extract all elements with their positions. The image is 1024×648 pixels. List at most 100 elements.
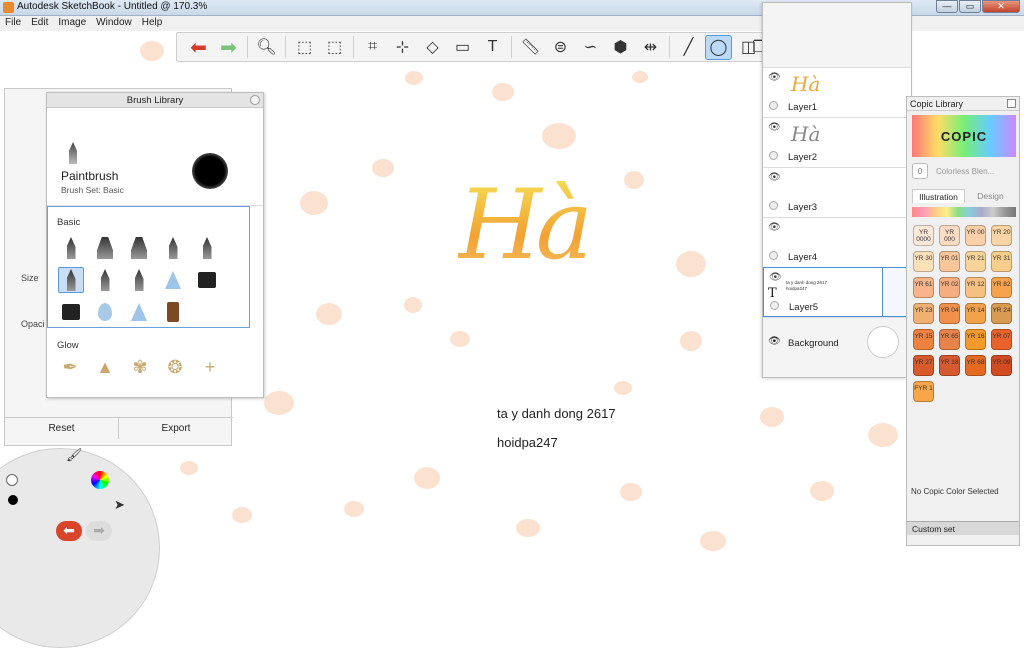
texture-brush[interactable]: [160, 299, 186, 325]
marker-brush[interactable]: [126, 235, 152, 261]
layer-lock-radio[interactable]: [769, 251, 778, 260]
cursor-icon[interactable]: ➤: [114, 497, 125, 513]
tab-illustration[interactable]: Illustration: [912, 189, 965, 203]
stroke-icon[interactable]: ╱: [675, 35, 702, 60]
tab-design[interactable]: Design: [965, 189, 1016, 203]
pencil-brush[interactable]: [58, 235, 84, 261]
close-button[interactable]: ✕: [982, 0, 1020, 13]
menu-file[interactable]: File: [0, 16, 26, 28]
copic-color-chip[interactable]: YR 16: [965, 329, 986, 350]
copic-color-chip[interactable]: YR 01: [939, 251, 960, 272]
layer-row-selected[interactable]: 👁︎ T ta y danh dong 2617 hoidpa247 Layer5: [763, 267, 911, 317]
export-button[interactable]: Export: [119, 417, 233, 439]
minimize-button[interactable]: —: [936, 0, 958, 13]
eye-icon[interactable]: 👁︎: [768, 222, 781, 233]
copic-color-chip[interactable]: YR 14: [965, 303, 986, 324]
reset-button[interactable]: Reset: [5, 417, 119, 439]
layer-row[interactable]: 👁︎ Hà Layer1: [763, 67, 911, 117]
zoom-icon[interactable]: 🔍︎: [253, 35, 280, 60]
layer-lock-radio[interactable]: [769, 151, 778, 160]
close-icon[interactable]: [250, 95, 260, 105]
circle-shape-icon[interactable]: ◯: [705, 34, 732, 60]
glow-sparkle-brush[interactable]: +: [197, 355, 223, 379]
background-color-swatch[interactable]: [867, 326, 899, 358]
menu-image[interactable]: Image: [53, 16, 91, 28]
copic-color-chip[interactable]: YR 07: [991, 329, 1012, 350]
layer-row[interactable]: 👁︎ Layer4: [763, 217, 911, 267]
eye-icon[interactable]: 👁︎: [768, 172, 781, 183]
close-icon[interactable]: [1007, 99, 1016, 108]
colorless-blender-chip[interactable]: 0: [912, 163, 928, 179]
copic-logo[interactable]: COPIC: [912, 115, 1016, 157]
copic-color-chip[interactable]: YR 68: [965, 355, 986, 376]
french-curve-icon[interactable]: ∽: [577, 35, 604, 60]
copic-color-chip[interactable]: YR 61: [913, 277, 934, 298]
ellipse-guide-icon[interactable]: ⊜: [547, 35, 574, 60]
menu-window[interactable]: Window: [91, 16, 137, 28]
copic-color-chip[interactable]: YR 21: [965, 251, 986, 272]
ruler-icon[interactable]: 📏︎: [517, 35, 544, 60]
custom-set-bar[interactable]: Custom set: [907, 521, 1019, 535]
copic-color-chip[interactable]: YR 00: [965, 225, 986, 246]
eye-icon[interactable]: 👁︎: [768, 336, 781, 347]
distort-icon[interactable]: ◇: [419, 35, 446, 60]
redo-icon[interactable]: ➡: [215, 35, 242, 60]
sharpen-brush[interactable]: [126, 299, 152, 325]
menu-help[interactable]: Help: [137, 16, 168, 28]
copic-color-chip[interactable]: YR 31: [991, 251, 1012, 272]
copic-color-chip[interactable]: YR 04: [939, 303, 960, 324]
maximize-button[interactable]: ▭: [959, 0, 981, 13]
redo-icon[interactable]: ➡: [86, 521, 112, 541]
copic-color-chip[interactable]: YR 20: [991, 225, 1012, 246]
transform-icon[interactable]: ⊹: [389, 35, 416, 60]
menu-edit[interactable]: Edit: [26, 16, 53, 28]
hard-eraser-brush[interactable]: [58, 299, 84, 325]
brush-icon[interactable]: 🖌︎: [66, 447, 83, 463]
layer-row[interactable]: 👁︎ Layer3: [763, 167, 911, 217]
fineliner-brush[interactable]: [126, 267, 152, 293]
ballpoint-brush[interactable]: [194, 235, 220, 261]
copic-color-chip[interactable]: YR 65: [939, 329, 960, 350]
layer-row[interactable]: 👁︎ Hà Layer2: [763, 117, 911, 167]
inkpen-brush[interactable]: [92, 267, 118, 293]
crop-select-icon[interactable]: ⬚: [321, 35, 348, 60]
select-icon[interactable]: ⬚: [291, 35, 318, 60]
copic-color-chip[interactable]: YR 27: [913, 355, 934, 376]
copic-color-chip[interactable]: YR 12: [965, 277, 986, 298]
copic-color-chip[interactable]: YR 15: [913, 329, 934, 350]
copic-color-chip[interactable]: YR 18: [939, 355, 960, 376]
copic-color-chip[interactable]: YR 23: [913, 303, 934, 324]
eye-icon[interactable]: 👁︎: [768, 122, 781, 133]
blur-brush[interactable]: [92, 299, 118, 325]
current-color-dot[interactable]: [8, 495, 18, 505]
undo-icon[interactable]: ⬅: [185, 35, 212, 60]
perspective-icon[interactable]: ⬢: [607, 35, 634, 60]
eye-icon[interactable]: 👁︎: [769, 272, 782, 283]
layer-lock-radio[interactable]: [769, 201, 778, 210]
copic-color-chip[interactable]: YR 02: [939, 277, 960, 298]
brush-size-puck-icon[interactable]: [6, 474, 18, 486]
eye-icon[interactable]: 👁︎: [768, 72, 781, 83]
glow-swirl-brush[interactable]: ❂: [162, 355, 188, 379]
layer-lock-radio[interactable]: [770, 301, 779, 310]
symmetry-icon[interactable]: ⇹: [637, 35, 664, 60]
copic-color-chip[interactable]: YR 24: [991, 303, 1012, 324]
colorless-blender[interactable]: 0 Colorless Blen...: [912, 163, 994, 179]
chisel-brush[interactable]: [160, 235, 186, 261]
crop-icon[interactable]: ⌗: [359, 35, 386, 60]
airbrush-brush[interactable]: [92, 235, 118, 261]
copic-color-chip[interactable]: YR 30: [913, 251, 934, 272]
paintbrush-brush[interactable]: [58, 267, 84, 293]
copic-color-chip[interactable]: YR 09: [991, 355, 1012, 376]
glow-marker-brush[interactable]: ▲: [92, 355, 118, 379]
copic-color-chip[interactable]: YR 82: [991, 277, 1012, 298]
fill-icon[interactable]: ▭: [449, 35, 476, 60]
layer-lock-radio[interactable]: [769, 101, 778, 110]
copic-color-chip[interactable]: YR 000: [939, 225, 960, 246]
glow-pen-brush[interactable]: ✒: [57, 355, 83, 379]
undo-icon[interactable]: ⬅: [56, 521, 82, 541]
copic-color-chip[interactable]: FYR 1: [913, 381, 934, 402]
color-family-strip[interactable]: [912, 207, 1016, 217]
eraser-brush[interactable]: [194, 267, 220, 293]
background-layer-row[interactable]: 👁︎ Background: [763, 317, 911, 369]
